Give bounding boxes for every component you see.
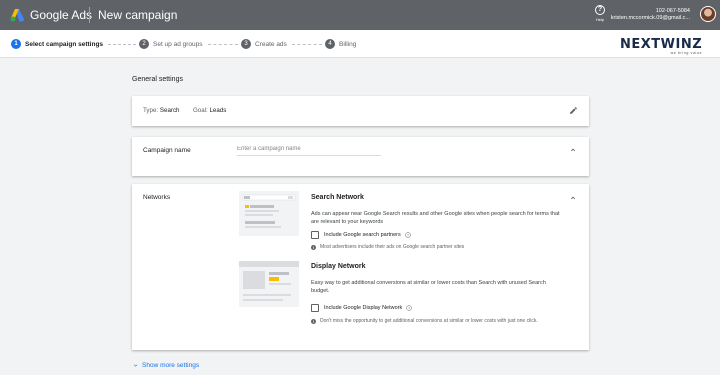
campaign-stepper: 1 Select campaign settings 2 Set up ad g…: [0, 30, 720, 58]
step-select-campaign-settings[interactable]: 1 Select campaign settings: [11, 39, 103, 49]
step-connector: [208, 44, 238, 45]
avatar[interactable]: [700, 6, 716, 22]
account-info[interactable]: 102-067-5084 kristen.mccormick.09@gmail.…: [611, 8, 690, 22]
search-partners-info: ! Most advertisers include their ads on …: [311, 244, 464, 251]
step-number: 1: [11, 39, 21, 49]
svg-text:?: ?: [408, 306, 410, 310]
question-help-icon[interactable]: ?: [406, 305, 413, 311]
campaign-name-input[interactable]: [237, 146, 381, 156]
campaign-name-card: Campaign name: [132, 137, 589, 176]
header-divider: [89, 7, 90, 23]
step-create-ads[interactable]: 3 Create ads: [241, 39, 287, 49]
info-icon: !: [311, 319, 316, 324]
search-partners-label: Include Google search partners: [324, 232, 401, 238]
step-number: 4: [325, 39, 335, 49]
help-button[interactable]: ? Help: [593, 5, 607, 22]
display-network-option[interactable]: Include Google Display Network ?: [311, 304, 413, 312]
show-more-settings-link[interactable]: Show more settings: [132, 362, 199, 369]
step-label: Set up ad groups: [153, 40, 203, 48]
campaign-name-label: Campaign name: [143, 147, 191, 154]
step-billing[interactable]: 4 Billing: [325, 39, 356, 49]
google-ads-logo-icon[interactable]: [10, 8, 25, 22]
top-app-bar: Google Ads New campaign ? Help 102-067-5…: [0, 0, 720, 30]
step-connector: [292, 44, 322, 45]
step-label: Select campaign settings: [25, 40, 104, 48]
general-settings-title: General settings: [132, 76, 183, 83]
step-set-up-ad-groups[interactable]: 2 Set up ad groups: [139, 39, 203, 49]
step-connector: [108, 44, 136, 45]
search-partners-info-text: Most advertisers include their ads on Go…: [320, 244, 465, 250]
svg-text:?: ?: [407, 233, 409, 237]
display-network-checkbox[interactable]: [311, 304, 319, 312]
display-network-label: Include Google Display Network: [324, 305, 403, 311]
type-value: Search: [159, 107, 180, 114]
help-label: Help: [595, 17, 605, 22]
watermark-name: NEXTWINZ: [620, 37, 703, 52]
show-more-settings-label: Show more settings: [142, 362, 200, 369]
step-number: 2: [139, 39, 149, 49]
search-network-description: Ads can appear near Google Search result…: [311, 211, 560, 225]
display-network-title: Display Network: [311, 263, 366, 270]
type-goal-card: Type: Search Goal: Leads: [132, 96, 589, 126]
chevron-down-icon: [133, 364, 138, 367]
networks-label: Networks: [143, 194, 171, 201]
product-name[interactable]: Google Ads: [30, 8, 92, 22]
edit-pencil-icon[interactable]: [569, 106, 578, 115]
account-email: kristen.mccormick.09@gmail.c...: [610, 15, 690, 21]
chevron-up-icon[interactable]: [569, 146, 577, 154]
search-partners-checkbox[interactable]: [311, 231, 319, 239]
networks-card: Networks Search Network Ads can appear n…: [132, 184, 589, 350]
type-label: Type:: [143, 107, 159, 114]
step-label: Billing: [339, 40, 357, 48]
search-network-illustration: [239, 191, 299, 236]
info-icon: !: [311, 245, 316, 250]
display-network-illustration: [239, 261, 299, 307]
question-help-icon[interactable]: ?: [405, 232, 411, 238]
step-number: 3: [241, 39, 251, 49]
watermark-logo: NEXTWINZ we bring value: [620, 37, 702, 55]
search-network-title: Search Network: [311, 194, 364, 201]
search-partners-option[interactable]: Include Google search partners ?: [311, 231, 411, 239]
chevron-up-icon[interactable]: [569, 194, 577, 202]
page-title: New campaign: [98, 8, 178, 22]
goal-value: Leads: [209, 107, 227, 114]
type-goal-summary: Type: Search Goal: Leads: [143, 107, 226, 114]
display-network-info: ! Don't miss the opportunity to get addi…: [311, 318, 551, 325]
account-phone: 102-067-5084: [655, 8, 690, 14]
goal-label: Goal:: [192, 107, 208, 114]
step-label: Create ads: [255, 40, 287, 48]
help-icon: ?: [595, 5, 605, 15]
display-network-info-text: Don't miss the opportunity to get additi…: [320, 318, 538, 324]
display-network-description: Easy way to get additional conversions a…: [311, 280, 546, 294]
